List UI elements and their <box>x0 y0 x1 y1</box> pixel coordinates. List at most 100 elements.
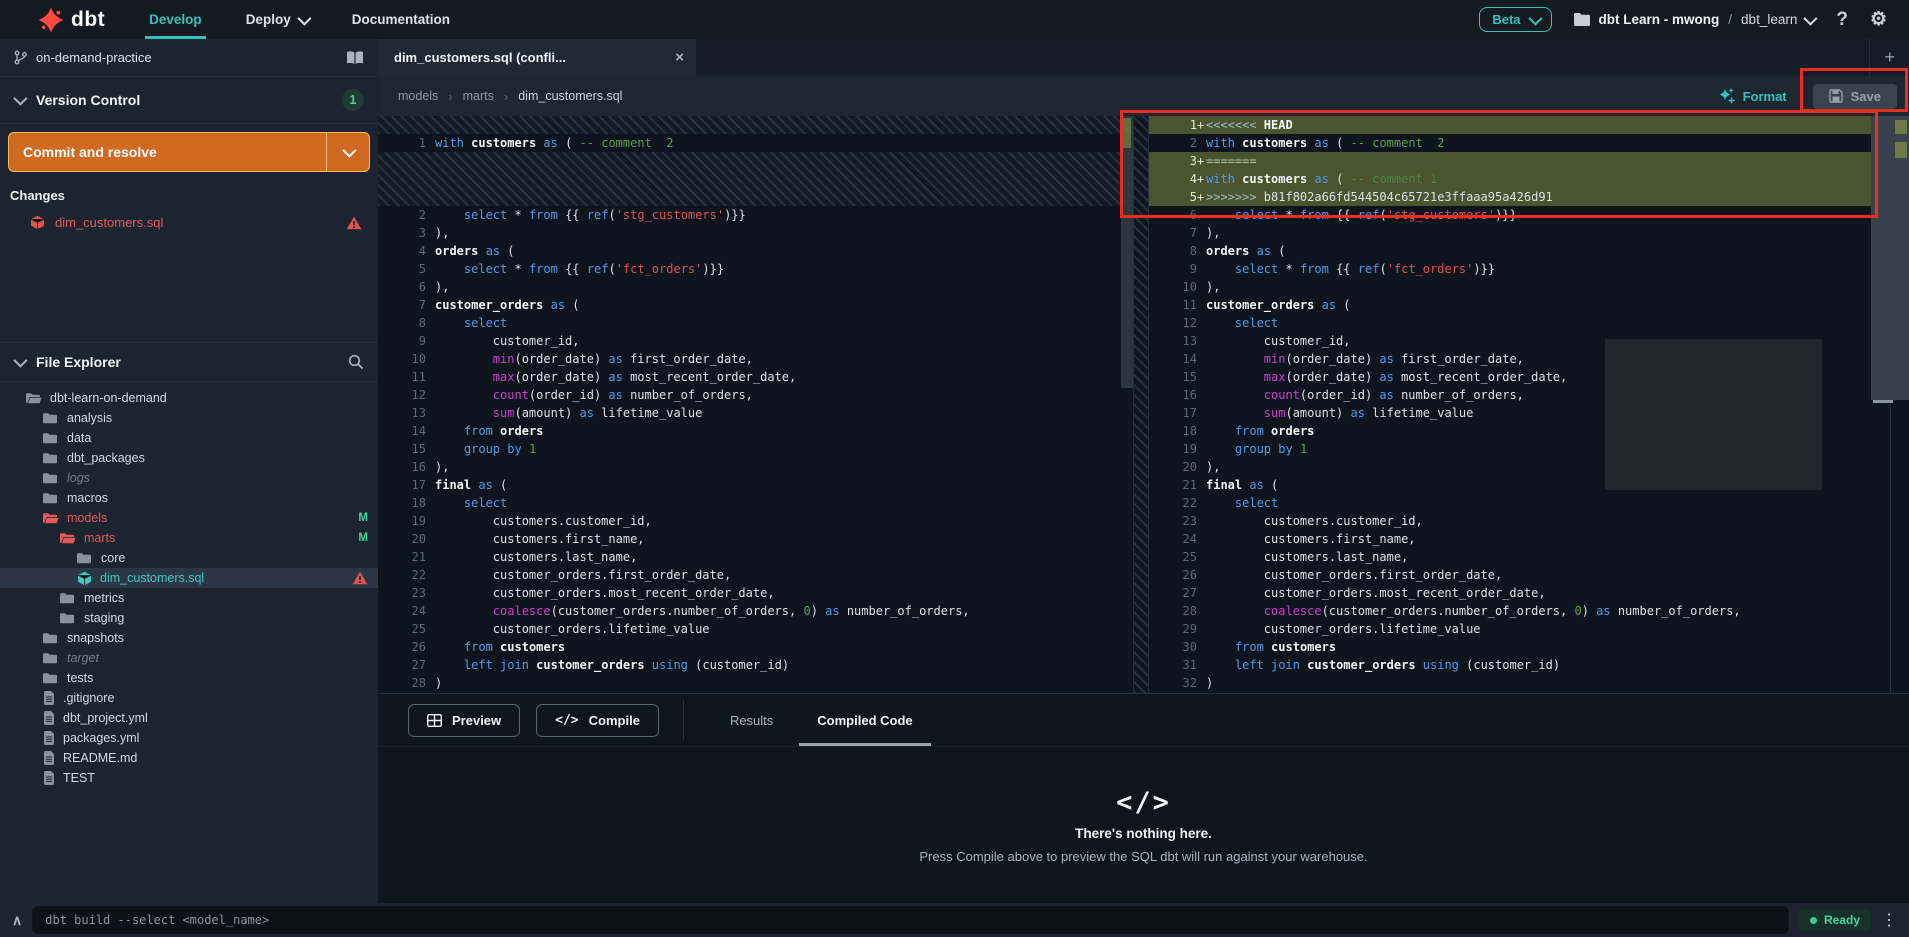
docs-book-icon[interactable] <box>346 51 364 65</box>
help-icon[interactable]: ? <box>1836 10 1848 29</box>
gear-icon[interactable]: ⚙ <box>1870 10 1887 29</box>
dbt-logo[interactable]: dbt <box>0 7 131 33</box>
nav-item-deploy[interactable]: Deploy <box>228 0 326 39</box>
expand-command-bar-icon[interactable]: ∧ <box>12 912 22 929</box>
tree-item-staging[interactable]: staging <box>0 608 378 628</box>
code-line-22[interactable]: 22 customer_orders.first_order_date, <box>378 566 1133 584</box>
code-line-24[interactable]: 24 customers.first_name, <box>1149 530 1909 548</box>
split-drag-handle[interactable] <box>1133 116 1149 693</box>
tree-item-target[interactable]: target <box>0 648 378 668</box>
code-line-8[interactable]: 8 select <box>378 314 1133 332</box>
editor-pane-local[interactable]: 1with customers as ( -- comment 2 2 selec… <box>378 116 1133 693</box>
tab-results[interactable]: Results <box>708 694 795 746</box>
tab-dim-customers[interactable]: dim_customers.sql (confli... × <box>378 39 696 76</box>
code-line-6[interactable]: 6), <box>378 278 1133 296</box>
code-line-5[interactable]: 5+>>>>>>> b81f802a66fd544504c65721e3ffaa… <box>1149 188 1909 206</box>
code-line-8[interactable]: 8orders as ( <box>1149 242 1909 260</box>
tree-item-metrics[interactable]: metrics <box>0 588 378 608</box>
code-line-25[interactable]: 25 customer_orders.lifetime_value <box>378 620 1133 638</box>
code-line-23[interactable]: 23 customer_orders.most_recent_order_dat… <box>378 584 1133 602</box>
save-button[interactable]: Save <box>1813 84 1897 109</box>
tree-item-data[interactable]: data <box>0 428 378 448</box>
version-control-header[interactable]: Version Control 1 <box>0 77 378 124</box>
code-line-15[interactable]: 15 group by 1 <box>378 440 1133 458</box>
code-line-1[interactable]: 1with customers as ( -- comment 2 <box>378 134 1133 152</box>
tree-item-dbt_project.yml[interactable]: dbt_project.yml <box>0 708 378 728</box>
compile-button[interactable]: </> Compile <box>536 704 659 737</box>
code-line-24[interactable]: 24 coalesce(customer_orders.number_of_or… <box>378 602 1133 620</box>
tree-item-models[interactable]: modelsM <box>0 508 378 528</box>
code-line-26[interactable]: 26 from customers <box>378 638 1133 656</box>
code-line-9[interactable]: 9 select * from {{ ref('fct_orders')}} <box>1149 260 1909 278</box>
tree-item-logs[interactable]: logs <box>0 468 378 488</box>
beta-dropdown[interactable]: Beta <box>1479 7 1551 32</box>
code-line-1[interactable]: 1+<<<<<<< HEAD <box>1149 116 1909 134</box>
format-button[interactable]: Format <box>1718 88 1787 105</box>
tree-item-dbt_packages[interactable]: dbt_packages <box>0 448 378 468</box>
preview-button[interactable]: Preview <box>408 704 520 737</box>
code-line-16[interactable]: 16), <box>378 458 1133 476</box>
code-line-22[interactable]: 22 select <box>1149 494 1909 512</box>
account-switcher[interactable]: dbt Learn - mwong / dbt_learn <box>1574 12 1815 27</box>
code-line-32[interactable]: 32) <box>1149 674 1909 692</box>
code-line-27[interactable]: 27 customer_orders.most_recent_order_dat… <box>1149 584 1909 602</box>
code-line-10[interactable]: 10 min(order_date) as first_order_date, <box>378 350 1133 368</box>
dbt-command-input[interactable] <box>32 906 1789 934</box>
changed-file-dim_customers.sql[interactable]: dim_customers.sql <box>8 211 370 234</box>
tree-item-dim_customers.sql[interactable]: dim_customers.sql <box>0 568 378 588</box>
code-line-18[interactable]: 18 select <box>378 494 1133 512</box>
code-line-12[interactable]: 12 select <box>1149 314 1909 332</box>
new-tab-button[interactable]: + <box>1869 39 1909 76</box>
code-line-29[interactable]: 29 customer_orders.lifetime_value <box>1149 620 1909 638</box>
tree-item-packages.yml[interactable]: packages.yml <box>0 728 378 748</box>
code-line-5[interactable]: 5 select * from {{ ref('fct_orders')}} <box>378 260 1133 278</box>
file-explorer-header[interactable]: File Explorer <box>0 342 378 382</box>
tree-item-README.md[interactable]: README.md <box>0 748 378 768</box>
code-line-7[interactable]: 7customer_orders as ( <box>378 296 1133 314</box>
nav-item-develop[interactable]: Develop <box>131 0 220 39</box>
commit-and-resolve-button[interactable]: Commit and resolve <box>8 132 370 172</box>
tree-item-TEST[interactable]: TEST <box>0 768 378 788</box>
branch-row[interactable]: on-demand-practice <box>0 39 378 77</box>
tree-item-dbt-learn-on-demand[interactable]: dbt-learn-on-demand <box>0 388 378 408</box>
code-line-23[interactable]: 23 customers.customer_id, <box>1149 512 1909 530</box>
code-line-17[interactable]: 17final as ( <box>378 476 1133 494</box>
code-line-28[interactable]: 28 coalesce(customer_orders.number_of_or… <box>1149 602 1909 620</box>
code-line-11[interactable]: 11customer_orders as ( <box>1149 296 1909 314</box>
project-dropdown[interactable]: dbt_learn <box>1741 12 1814 27</box>
code-line-25[interactable]: 25 customers.last_name, <box>1149 548 1909 566</box>
code-line-28[interactable]: 28) <box>378 674 1133 692</box>
code-line-6[interactable]: 6 select * from {{ ref('stg_customers')}… <box>1149 206 1909 224</box>
code-line-2[interactable]: 2 select * from {{ ref('stg_customers')}… <box>378 206 1133 224</box>
tree-item-snapshots[interactable]: snapshots <box>0 628 378 648</box>
code-line-9[interactable]: 9 customer_id, <box>378 332 1133 350</box>
code-line-14[interactable]: 14 from orders <box>378 422 1133 440</box>
code-line-13[interactable]: 13 sum(amount) as lifetime_value <box>378 404 1133 422</box>
commit-options-dropdown[interactable] <box>326 133 369 171</box>
tab-compiled-code[interactable]: Compiled Code <box>795 694 934 746</box>
tree-item-analysis[interactable]: analysis <box>0 408 378 428</box>
code-line-26[interactable]: 26 customer_orders.first_order_date, <box>1149 566 1909 584</box>
close-icon[interactable]: × <box>675 49 684 66</box>
code-line-2[interactable]: 2with customers as ( -- comment 2 <box>1149 134 1909 152</box>
code-line-10[interactable]: 10), <box>1149 278 1909 296</box>
code-line-30[interactable]: 30 from customers <box>1149 638 1909 656</box>
tree-item-marts[interactable]: martsM <box>0 528 378 548</box>
left-pane-scrollbar[interactable] <box>1121 116 1133 388</box>
code-line-11[interactable]: 11 max(order_date) as most_recent_order_… <box>378 368 1133 386</box>
code-line-21[interactable]: 21 customers.last_name, <box>378 548 1133 566</box>
tree-item-core[interactable]: core <box>0 548 378 568</box>
code-line-3[interactable]: 3), <box>378 224 1133 242</box>
kebab-menu-icon[interactable]: ⋮ <box>1881 910 1897 930</box>
nav-item-documentation[interactable]: Documentation <box>334 0 468 39</box>
file-search-button[interactable] <box>348 354 364 370</box>
tree-item-macros[interactable]: macros <box>0 488 378 508</box>
code-line-20[interactable]: 20 customers.first_name, <box>378 530 1133 548</box>
breadcrumb-item-marts[interactable]: marts <box>463 89 494 103</box>
code-line-7[interactable]: 7), <box>1149 224 1909 242</box>
right-pane-scrollbar[interactable] <box>1871 116 1909 400</box>
code-line-12[interactable]: 12 count(order_id) as number_of_orders, <box>378 386 1133 404</box>
code-line-27[interactable]: 27 left join customer_orders using (cust… <box>378 656 1133 674</box>
breadcrumb-item-dim_customers.sql[interactable]: dim_customers.sql <box>518 89 622 103</box>
tree-item-.gitignore[interactable]: .gitignore <box>0 688 378 708</box>
